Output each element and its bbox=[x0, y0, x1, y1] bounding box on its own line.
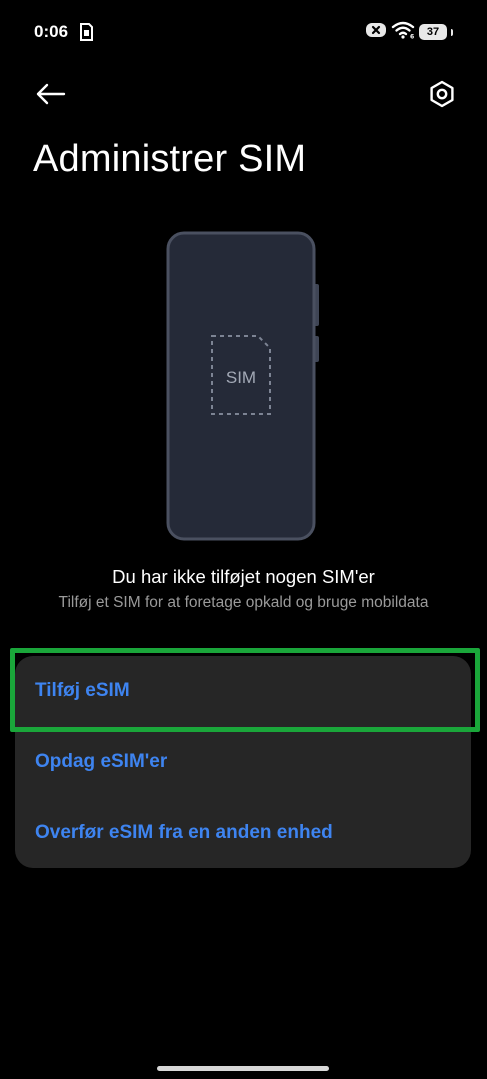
page-title: Administrer SIM bbox=[33, 138, 307, 180]
sim-card-icon bbox=[78, 23, 94, 41]
wifi-icon: 6 bbox=[391, 21, 415, 44]
svg-text:6: 6 bbox=[410, 33, 414, 39]
transfer-esim-label: Overfør eSIM fra en anden enhed bbox=[35, 822, 333, 843]
settings-button[interactable] bbox=[420, 72, 464, 116]
empty-state-title: Du har ikke tilføjet nogen SIM'er bbox=[112, 566, 375, 587]
transfer-esim-option[interactable]: Overfør eSIM fra en anden enhed bbox=[15, 798, 471, 868]
status-time: 0:06 bbox=[34, 22, 69, 41]
battery-level: 37 bbox=[426, 26, 440, 38]
discover-esims-option[interactable]: Opdag eSIM'er bbox=[15, 727, 471, 797]
status-bar: 0:06 6 37 bbox=[0, 0, 487, 64]
gear-icon bbox=[430, 80, 454, 108]
discover-esims-label: Opdag eSIM'er bbox=[35, 751, 168, 772]
home-indicator[interactable] bbox=[157, 1066, 329, 1071]
status-icons: 6 37 bbox=[365, 21, 453, 44]
phone-illustration: SIM bbox=[166, 231, 319, 541]
battery-tip bbox=[451, 28, 453, 36]
back-button[interactable] bbox=[28, 74, 72, 114]
add-esim-label: Tilføj eSIM bbox=[35, 680, 130, 701]
battery-icon: 37 bbox=[419, 24, 447, 40]
empty-state-subtitle: Tilføj et SIM for at foretage opkald og … bbox=[58, 594, 429, 611]
sim-label: SIM bbox=[226, 368, 256, 387]
x-notification-icon bbox=[365, 22, 387, 43]
arrow-left-icon bbox=[36, 83, 66, 105]
esim-options-card: Tilføj eSIM Opdag eSIM'er Overfør eSIM f… bbox=[15, 656, 471, 868]
add-esim-option[interactable]: Tilføj eSIM bbox=[15, 656, 471, 726]
